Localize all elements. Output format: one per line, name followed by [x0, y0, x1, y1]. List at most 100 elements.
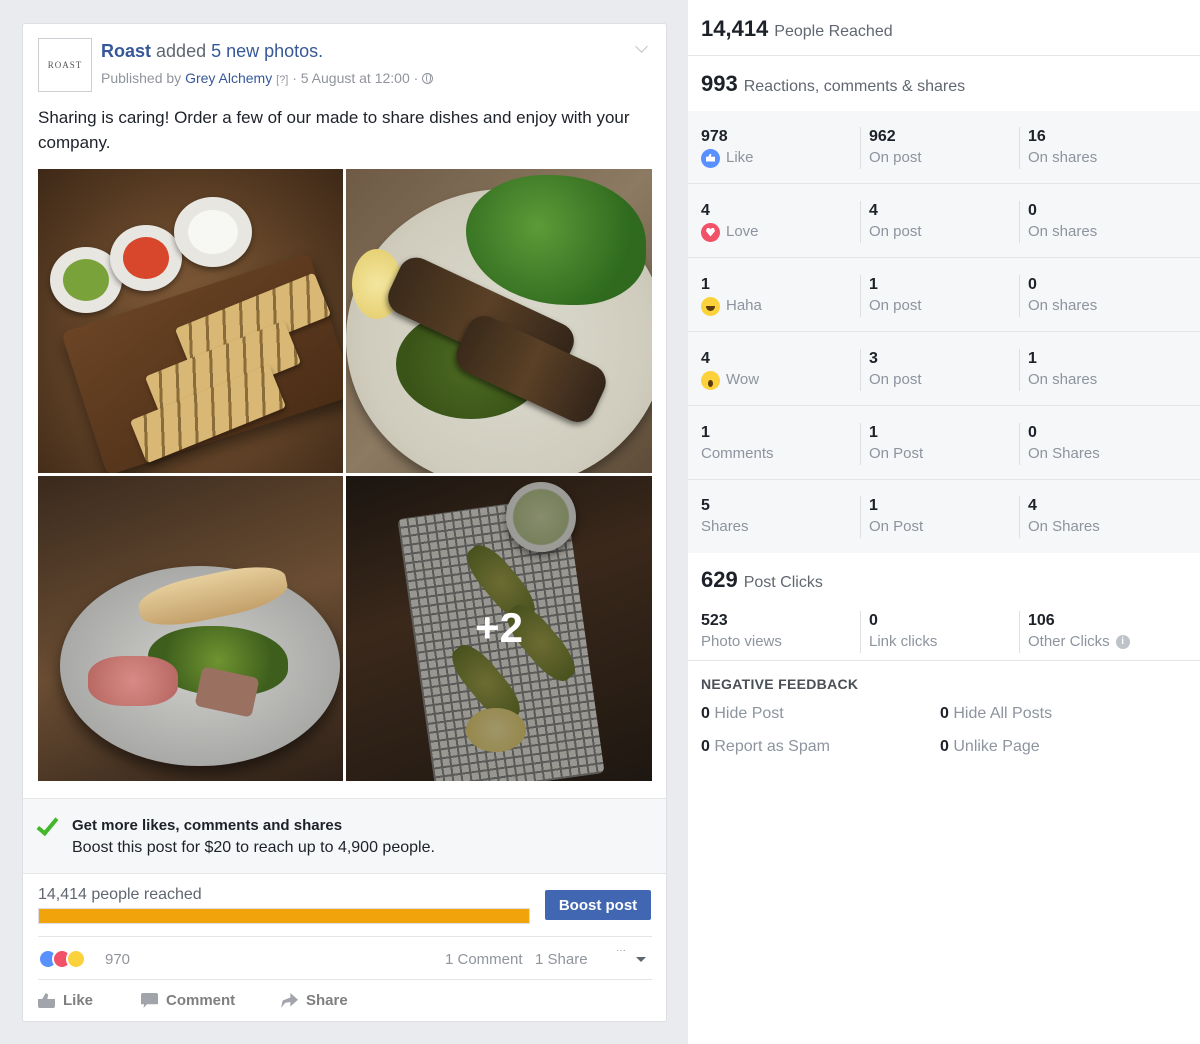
like-label: Like [63, 992, 94, 1009]
post-date[interactable]: · 5 August at 12:00 · [292, 70, 418, 86]
boost-promo-title: Get more likes, comments and shares [72, 817, 343, 834]
post-clicks-section: 629 Post Clicks 523 Photo views 0 Link clic… [688, 553, 1200, 661]
haha-label: Haha [726, 297, 762, 314]
help-marker[interactable]: [?] [276, 74, 288, 86]
reach-row: 14,414 people reached Boost post [38, 886, 652, 930]
reactions-summary: 970 1 Comment 1 Share [38, 936, 652, 980]
more-photos-count[interactable]: +2 [346, 604, 652, 652]
photo-grid: +2 [38, 169, 652, 781]
like-total: 978 [701, 128, 728, 145]
post-actions: Like Comment Share [38, 982, 652, 1022]
published-by-label: Published by [101, 70, 182, 86]
photo-charcuterie[interactable] [38, 476, 343, 781]
shares-total: 5 [701, 497, 710, 514]
shares-on-shares: 4 [1028, 497, 1037, 514]
wow-total: 4 [701, 350, 710, 367]
like-button[interactable]: Like [38, 992, 93, 1009]
other-clicks-value: 106 [1028, 612, 1055, 629]
breakdown-row-love: 4 Love 4 On post 0 On shares [688, 185, 1200, 258]
post-clicks-label: Post Clicks [743, 574, 823, 591]
reach-progress-bar [38, 908, 530, 924]
comments-total: 1 [701, 424, 710, 441]
link-clicks-value: 0 [869, 612, 878, 629]
hide-post-label: Hide Post [714, 705, 784, 722]
wow-reaction-icon [66, 949, 86, 969]
on-shares-label: On shares [1028, 149, 1098, 166]
negative-feedback-title: NEGATIVE FEEDBACK [701, 676, 859, 692]
ham [88, 656, 178, 706]
haha-on-post: 1 [869, 276, 878, 293]
unlike-page-stat: 0 Unlike Page [940, 738, 1040, 756]
people-reached-label: People Reached [774, 23, 893, 40]
chevron-down-icon[interactable] [635, 42, 649, 56]
post-headline: Roast added 5 new photos. [101, 41, 323, 62]
shares-label: Shares [701, 518, 749, 535]
people-reached-stat: 14,414 People Reached [688, 0, 1200, 56]
breakdown-row-wow: 4 Wow 3 On post 1 On shares [688, 333, 1200, 406]
share-button[interactable]: Share [281, 992, 348, 1009]
comments-on-post: 1 [869, 424, 878, 441]
audience-selector-dropdown[interactable] [616, 945, 648, 969]
breakdown-row-shares: 5 Shares 1 On Post 4 On Shares [688, 480, 1200, 553]
comment-icon [141, 993, 158, 1008]
shares-on-post: 1 [869, 497, 878, 514]
like-on-post: 962 [869, 128, 896, 145]
unlike-label: Unlike Page [953, 738, 1040, 755]
publisher-link[interactable]: Grey Alchemy [185, 70, 272, 86]
comments-count-link[interactable]: 1 Comment [445, 951, 523, 968]
hide-post-value: 0 [701, 705, 710, 722]
love-on-post: 4 [869, 202, 878, 219]
on-post-label: On post [869, 223, 922, 240]
like-label: Like [726, 149, 754, 166]
breakdown-row-like: 978 Like 962 On post 16 On shares [688, 111, 1200, 184]
share-arrow-icon [281, 993, 298, 1008]
boost-post-button[interactable]: Boost post [545, 890, 651, 920]
check-icon [36, 815, 56, 835]
reach-progress-fill [39, 909, 529, 923]
people-reached-label: 14,414 people reached [38, 886, 202, 903]
action-verb: added [156, 41, 207, 61]
photo-quesadillas[interactable] [38, 169, 343, 473]
spam-value: 0 [701, 738, 710, 755]
love-on-shares: 0 [1028, 202, 1037, 219]
like-on-shares: 16 [1028, 128, 1046, 145]
post-clicks-value: 629 [701, 567, 738, 592]
clicks-breakdown: 523 Photo views 0 Link clicks 106 Other Cli… [688, 608, 1200, 654]
new-photos-link[interactable]: 5 new photos. [211, 41, 323, 61]
page-avatar[interactable]: ROAST [38, 38, 92, 92]
insights-panel: 14,414 People Reached 993 Reactions, comme… [688, 0, 1200, 1044]
comments-label: Comments [701, 445, 774, 462]
love-total: 4 [701, 202, 710, 219]
on-shares-label: On shares [1028, 371, 1098, 388]
share-label: Share [306, 992, 348, 1009]
photo-tempura[interactable]: +2 [346, 476, 652, 781]
engagement-value: 993 [701, 71, 738, 96]
globe-icon [422, 73, 434, 84]
wow-icon [701, 370, 720, 390]
love-label: Love [726, 223, 759, 240]
photo-ribs[interactable] [346, 169, 652, 473]
info-icon[interactable]: i [1115, 635, 1130, 649]
comments-on-shares: 0 [1028, 424, 1037, 441]
unlike-value: 0 [940, 738, 949, 755]
hide-all-posts-stat: 0 Hide All Posts [940, 705, 1052, 723]
shares-count-link[interactable]: 1 Share [535, 951, 588, 968]
link-clicks-label: Link clicks [869, 633, 938, 650]
thumbs-up-icon [38, 993, 55, 1008]
post-header: ROAST Roast added 5 new photos. Publishe… [38, 38, 651, 92]
post-card: ROAST Roast added 5 new photos. Publishe… [22, 23, 667, 1022]
breakdown-row-comments: 1 Comments 1 On Post 0 On Shares [688, 407, 1200, 480]
sour-cream-bowl [174, 197, 252, 267]
salsa-bowl [110, 225, 182, 291]
engagement-stat: 993 Reactions, comments & shares [688, 56, 1200, 111]
page-name-link[interactable]: Roast [101, 41, 151, 61]
hide-all-label: Hide All Posts [953, 705, 1053, 722]
on-post-label: On post [869, 371, 922, 388]
boost-promo: Get more likes, comments and shares Boos… [23, 798, 666, 874]
people-reached-value: 14,414 [701, 16, 769, 41]
comment-button[interactable]: Comment [141, 992, 235, 1009]
reaction-count[interactable]: 970 [105, 951, 130, 968]
on-post-label: On Post [869, 445, 924, 462]
hide-all-value: 0 [940, 705, 949, 722]
breakdown-row-haha: 1 Haha 1 On post 0 On shares [688, 259, 1200, 332]
